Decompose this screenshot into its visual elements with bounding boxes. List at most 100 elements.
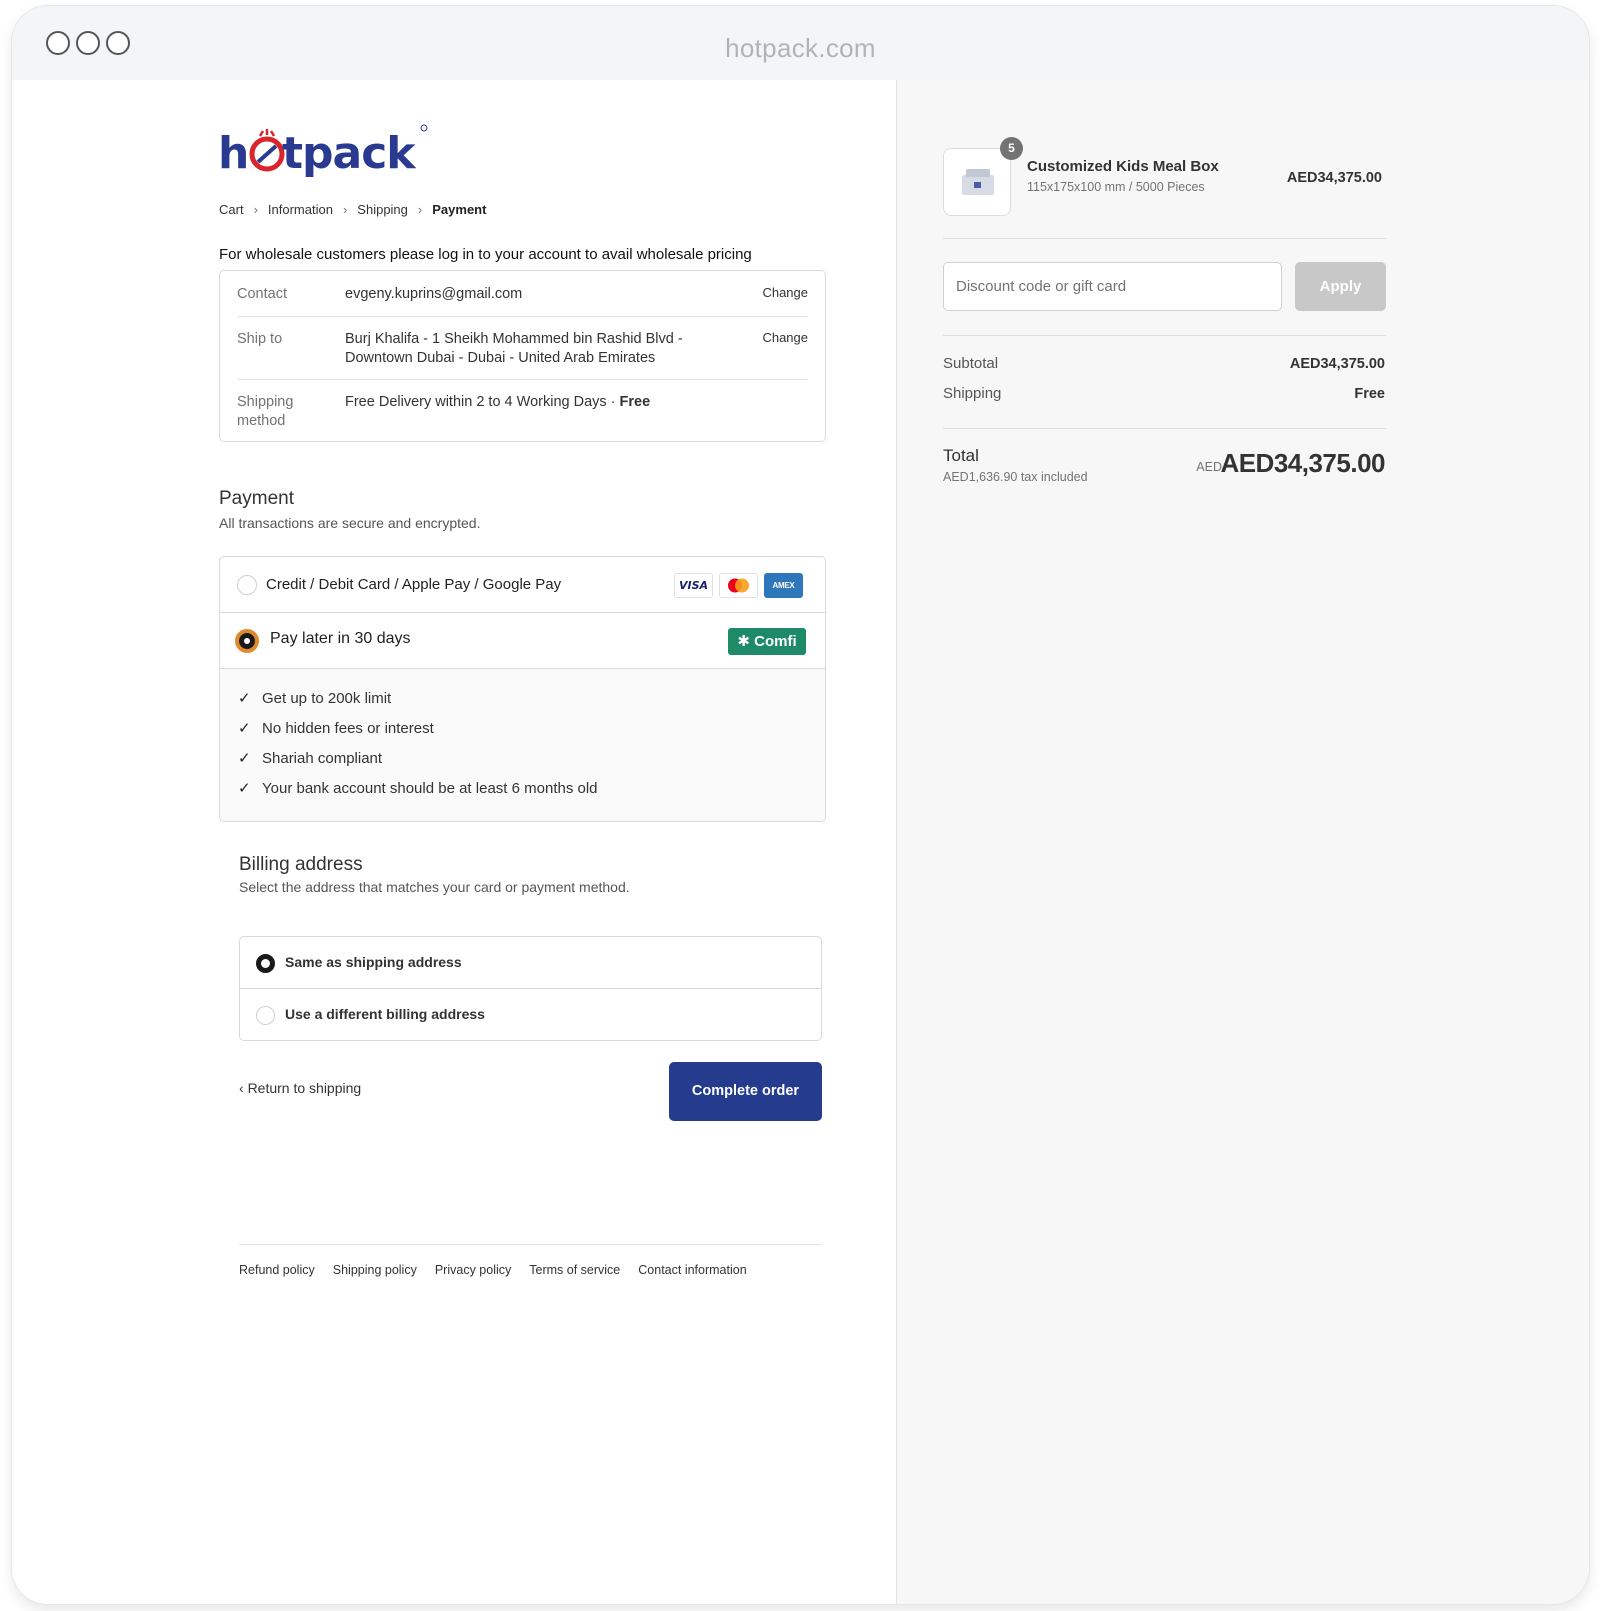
divider bbox=[943, 428, 1386, 429]
payment-option-card[interactable]: Credit / Debit Card / Apple Pay / Google… bbox=[220, 557, 825, 613]
benefit-text: Your bank account should be at least 6 m… bbox=[262, 780, 598, 797]
tax-note: AED1,636.90 tax included bbox=[943, 470, 1088, 484]
payment-methods: Credit / Debit Card / Apple Pay / Google… bbox=[219, 556, 826, 822]
complete-order-button[interactable]: Complete order bbox=[669, 1062, 822, 1121]
product-price: AED34,375.00 bbox=[1286, 170, 1382, 186]
shipping-method-value: Free Delivery within 2 to 4 Working Days… bbox=[345, 393, 765, 412]
apply-discount-button[interactable]: Apply bbox=[1295, 262, 1386, 311]
chevron-left-icon: ‹ bbox=[239, 1080, 244, 1096]
shipto-label: Ship to bbox=[237, 331, 283, 347]
browser-titlebar: hotpack.com bbox=[12, 6, 1589, 80]
divider bbox=[943, 335, 1386, 336]
discount-code-input[interactable]: Discount code or gift card bbox=[943, 262, 1282, 311]
quantity-badge: 5 bbox=[1000, 137, 1023, 160]
review-box: Contact evgeny.kuprins@gmail.com Change … bbox=[219, 270, 826, 442]
shipping-method-label-line-2: method bbox=[237, 413, 286, 429]
mastercard-icon bbox=[719, 573, 758, 598]
shipping-label: Shipping bbox=[943, 385, 1002, 402]
billing-subtitle: Select the address that matches your car… bbox=[239, 879, 630, 895]
benefit-item: ✓ Shariah compliant bbox=[238, 749, 382, 767]
shipping-value: Free bbox=[1354, 386, 1385, 402]
shipping-method-text: Free Delivery within 2 to 4 Working Days… bbox=[345, 394, 620, 410]
shipping-policy-link[interactable]: Shipping policy bbox=[333, 1263, 417, 1277]
benefit-item: ✓ Your bank account should be at least 6 … bbox=[238, 779, 598, 797]
comfi-star-icon: ✱ bbox=[737, 633, 750, 650]
checkout-main: h tpack Cart › Information › Shipping › … bbox=[12, 80, 896, 1604]
shipping-method-price: Free bbox=[619, 394, 651, 410]
refund-policy-link[interactable]: Refund policy bbox=[239, 1263, 315, 1277]
footer-links: Refund policy Shipping policy Privacy po… bbox=[239, 1263, 747, 1277]
comfi-badge-label: Comfi bbox=[754, 633, 797, 650]
browser-window: hotpack.com h tpack Cart › Information ›… bbox=[12, 6, 1589, 1604]
paylater-option-label: Pay later in 30 days bbox=[270, 630, 411, 647]
amex-icon: AMEX bbox=[764, 573, 803, 598]
paylater-radio[interactable] bbox=[235, 629, 259, 653]
total-value: AED34,375.00 bbox=[1220, 448, 1385, 478]
contact-label: Contact bbox=[237, 286, 287, 302]
billing-different-option[interactable]: Use a different billing address bbox=[240, 989, 821, 1041]
payment-subtitle: All transactions are secure and encrypte… bbox=[219, 515, 481, 531]
benefit-item: ✓ Get up to 200k limit bbox=[238, 689, 391, 707]
billing-same-option[interactable]: Same as shipping address bbox=[240, 937, 821, 989]
chevron-right-icon: › bbox=[342, 202, 348, 217]
billing-title: Billing address bbox=[239, 854, 363, 875]
svg-text:h: h bbox=[218, 128, 248, 179]
billing-different-label: Use a different billing address bbox=[285, 1006, 485, 1022]
total-currency: AED bbox=[1196, 460, 1222, 474]
payment-title: Payment bbox=[219, 488, 294, 509]
billing-same-label: Same as shipping address bbox=[285, 954, 462, 970]
box-icon bbox=[962, 169, 994, 195]
card-radio[interactable] bbox=[237, 575, 257, 595]
subtotal-label: Subtotal bbox=[943, 355, 999, 372]
subtotal-value: AED34,375.00 bbox=[1289, 356, 1385, 372]
billing-options: Same as shipping address Use a different… bbox=[239, 936, 822, 1041]
benefit-text: No hidden fees or interest bbox=[262, 720, 434, 737]
billing-different-radio[interactable] bbox=[256, 1006, 275, 1025]
change-shipto-link[interactable]: Change bbox=[762, 330, 808, 345]
breadcrumb: Cart › Information › Shipping › Payment bbox=[219, 202, 486, 217]
billing-same-radio[interactable] bbox=[256, 954, 275, 973]
check-icon: ✓ bbox=[238, 750, 251, 767]
check-icon: ✓ bbox=[238, 690, 251, 707]
check-icon: ✓ bbox=[238, 720, 251, 737]
benefit-text: Get up to 200k limit bbox=[262, 690, 392, 707]
divider bbox=[943, 238, 1386, 239]
product-variant: 115x175x100 mm / 5000 Pieces bbox=[1027, 180, 1205, 194]
shipping-method-label-line-1: Shipping bbox=[237, 394, 294, 410]
product-thumbnail bbox=[943, 148, 1011, 216]
breadcrumb-payment: Payment bbox=[432, 202, 487, 217]
divider bbox=[237, 379, 808, 380]
comfi-badge: ✱ Comfi bbox=[728, 628, 806, 655]
change-contact-link[interactable]: Change bbox=[762, 285, 808, 300]
terms-of-service-link[interactable]: Terms of service bbox=[529, 1263, 620, 1277]
privacy-policy-link[interactable]: Privacy policy bbox=[435, 1263, 511, 1277]
shipping-method-label: Shipping method bbox=[237, 393, 293, 431]
total-label: Total bbox=[943, 446, 979, 465]
order-summary: 5 Customized Kids Meal Box 115x175x100 m… bbox=[896, 80, 1589, 1604]
return-label: Return to shipping bbox=[247, 1080, 362, 1096]
visa-icon: VISA bbox=[674, 573, 713, 598]
shipto-value: Burj Khalifa - 1 Sheikh Mohammed bin Ras… bbox=[345, 330, 715, 368]
card-option-label: Credit / Debit Card / Apple Pay / Google… bbox=[266, 576, 562, 593]
breadcrumb-information[interactable]: Information bbox=[268, 202, 333, 217]
url-display[interactable]: hotpack.com bbox=[12, 33, 1589, 64]
benefit-item: ✓ No hidden fees or interest bbox=[238, 719, 434, 737]
chevron-right-icon: › bbox=[417, 202, 423, 217]
breadcrumb-cart[interactable]: Cart bbox=[219, 202, 244, 217]
contact-information-link[interactable]: Contact information bbox=[638, 1263, 746, 1277]
divider bbox=[237, 316, 808, 317]
payment-option-paylater[interactable]: Pay later in 30 days ✱ Comfi bbox=[220, 613, 825, 669]
shipto-line-1: Burj Khalifa - 1 Sheikh Mohammed bin Ras… bbox=[345, 331, 683, 347]
chevron-right-icon: › bbox=[253, 202, 258, 217]
paylater-details: ✓ Get up to 200k limit ✓ No hidden fees or… bbox=[220, 669, 825, 821]
contact-value: evgeny.kuprins@gmail.com bbox=[345, 286, 523, 302]
svg-text:tpack: tpack bbox=[282, 128, 417, 179]
footer-divider bbox=[239, 1244, 822, 1245]
check-icon: ✓ bbox=[238, 780, 251, 797]
benefit-text: Shariah compliant bbox=[262, 750, 383, 767]
return-to-shipping-link[interactable]: ‹ Return to shipping bbox=[239, 1080, 361, 1096]
product-name: Customized Kids Meal Box bbox=[1027, 158, 1219, 175]
breadcrumb-shipping[interactable]: Shipping bbox=[357, 202, 408, 217]
hotpack-logo[interactable]: h tpack bbox=[218, 124, 434, 180]
shipto-line-2: Downtown Dubai - Dubai - United Arab Emi… bbox=[345, 350, 656, 366]
